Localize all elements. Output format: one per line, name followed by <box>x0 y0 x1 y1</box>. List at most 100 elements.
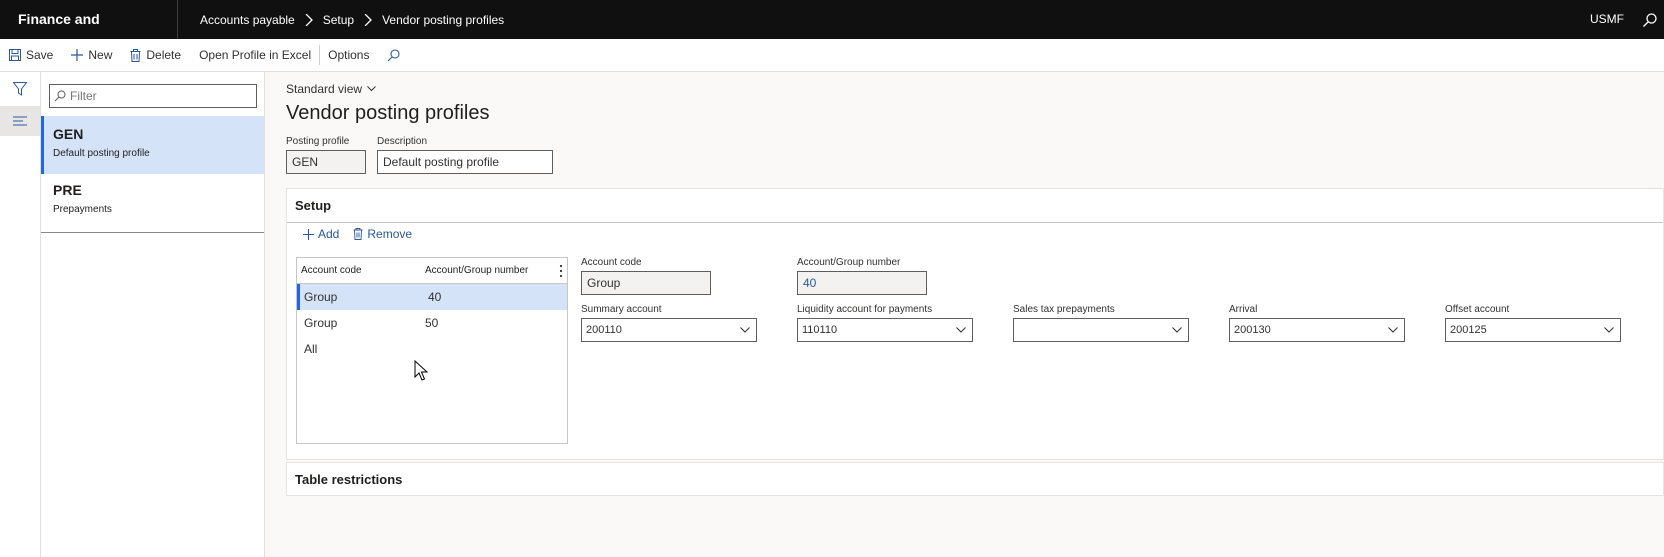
breadcrumb-accounts-payable[interactable]: Accounts payable <box>200 13 295 27</box>
filter-input[interactable] <box>70 89 250 103</box>
cell-group-number: 40 <box>428 290 442 304</box>
cell-account-code: All <box>304 342 318 356</box>
account-code-field: Account code Group <box>581 257 711 295</box>
main-content: Standard view Vendor posting profiles Po… <box>266 72 1664 557</box>
action-separator <box>319 45 321 65</box>
more-vertical-icon[interactable] <box>559 264 563 278</box>
posting-profile-label: Posting profile <box>286 136 350 147</box>
liquidity-account-label: Liquidity account for payments <box>797 304 933 315</box>
sales-tax-prepayments-dropdown[interactable] <box>1013 318 1189 342</box>
account-code-input[interactable]: Group <box>581 271 711 295</box>
search-icon[interactable] <box>387 48 401 62</box>
cell-account-code: Group <box>304 290 338 304</box>
sales-tax-prepayments-label: Sales tax prepayments <box>1013 304 1115 315</box>
breadcrumb: Accounts payable Setup Vendor posting pr… <box>178 13 504 27</box>
view-selector[interactable]: Standard view <box>286 82 376 96</box>
table-row[interactable]: Group 40 <box>297 284 567 310</box>
delete-button[interactable]: Delete <box>130 48 181 62</box>
chevron-right-icon <box>305 13 313 26</box>
add-label: Add <box>318 227 340 241</box>
chevron-down-icon <box>1388 327 1398 333</box>
view-name: Standard view <box>286 82 363 96</box>
options-tab[interactable]: Options <box>328 48 369 62</box>
app-title[interactable]: Finance and Operations <box>0 0 178 66</box>
open-in-excel-label: Open Profile in Excel <box>199 48 312 62</box>
chevron-down-icon <box>367 86 376 92</box>
breadcrumb-vendor-posting-profiles[interactable]: Vendor posting profiles <box>382 13 504 27</box>
setup-fasttab: Setup Add Remove Account code Account/Gr… <box>286 188 1664 460</box>
description-label: Description <box>377 136 428 147</box>
arrival-field: Arrival 200130 <box>1229 304 1405 342</box>
table-row[interactable]: All <box>297 336 567 362</box>
arrival-dropdown[interactable]: 200130 <box>1229 318 1405 342</box>
breadcrumb-setup[interactable]: Setup <box>323 13 354 27</box>
list-item[interactable]: PRE Prepayments <box>41 172 264 230</box>
remove-label: Remove <box>367 227 413 241</box>
offset-account-value: 200125 <box>1450 324 1487 336</box>
plus-icon <box>303 228 314 240</box>
new-label: New <box>88 48 113 62</box>
search-icon[interactable] <box>1642 12 1658 28</box>
grid-header: Account code Account/Group number <box>297 258 567 284</box>
add-button[interactable]: Add <box>303 227 339 241</box>
setup-header[interactable]: Setup <box>287 189 1663 223</box>
filter-pane-button[interactable] <box>0 74 40 104</box>
open-in-excel-button[interactable]: Open Profile in Excel <box>199 48 311 62</box>
save-label: Save <box>26 48 54 62</box>
group-number-input[interactable]: 40 <box>797 271 927 295</box>
page-title: Vendor posting profiles <box>286 102 490 124</box>
action-pane: Save New Delete Open Profile in Excel Op… <box>0 39 1664 72</box>
trash-icon <box>353 228 363 240</box>
group-number-label: Account/Group number <box>797 257 901 268</box>
chevron-down-icon <box>740 327 750 333</box>
list-divider <box>41 232 264 233</box>
account-code-label: Account code <box>581 257 642 268</box>
description-field: Description Default posting profile <box>377 136 553 174</box>
search-icon <box>54 90 66 102</box>
chevron-down-icon <box>1172 327 1182 333</box>
options-label: Options <box>328 48 370 62</box>
list-icon <box>13 116 27 126</box>
filter-box[interactable] <box>49 84 257 108</box>
list-view-button[interactable] <box>0 106 40 136</box>
group-number-field: Account/Group number 40 <box>797 257 927 295</box>
table-restrictions-fasttab: Table restrictions <box>286 462 1664 496</box>
chevron-right-icon <box>364 13 373 26</box>
offset-account-dropdown[interactable]: 200125 <box>1445 318 1621 342</box>
remove-button[interactable]: Remove <box>353 227 412 241</box>
cell-group-number: 50 <box>425 316 439 330</box>
summary-account-label: Summary account <box>581 304 662 315</box>
cell-account-code: Group <box>304 316 338 330</box>
chevron-down-icon <box>956 327 966 333</box>
left-icon-rail <box>0 72 41 557</box>
liquidity-account-value: 110110 <box>802 324 838 336</box>
posting-profile-input[interactable]: GEN <box>286 150 366 174</box>
arrival-value: 200130 <box>1234 324 1271 336</box>
save-button[interactable]: Save <box>9 48 53 62</box>
mouse-cursor-icon <box>414 360 428 381</box>
summary-account-dropdown[interactable]: 200110 <box>581 318 757 342</box>
list-item-id: PRE <box>53 182 82 198</box>
delete-label: Delete <box>146 48 182 62</box>
arrival-label: Arrival <box>1229 304 1258 315</box>
liquidity-account-field: Liquidity account for payments 110110 <box>797 304 973 342</box>
funnel-icon <box>13 82 27 96</box>
chevron-down-icon <box>1604 327 1614 333</box>
column-header-account-code[interactable]: Account code <box>297 265 425 276</box>
sales-tax-prepayments-field: Sales tax prepayments <box>1013 304 1189 342</box>
new-button[interactable]: New <box>71 48 112 62</box>
column-header-group-number[interactable]: Account/Group number <box>425 265 545 276</box>
list-item-description: Default posting profile <box>53 148 150 159</box>
table-row[interactable]: Group 50 <box>297 310 567 336</box>
liquidity-account-dropdown[interactable]: 110110 <box>797 318 973 342</box>
offset-account-label: Offset account <box>1445 304 1510 315</box>
top-nav-bar: Finance and Operations Accounts payable … <box>0 0 1664 66</box>
save-icon <box>9 49 21 61</box>
summary-account-field: Summary account 200110 <box>581 304 757 342</box>
list-item[interactable]: GEN Default posting profile <box>41 116 264 174</box>
plus-icon <box>71 49 84 61</box>
offset-account-field: Offset account 200125 <box>1445 304 1621 342</box>
description-input[interactable]: Default posting profile <box>377 150 553 174</box>
table-restrictions-header[interactable]: Table restrictions <box>287 463 1663 497</box>
company-picker[interactable]: USMF <box>1590 0 1624 39</box>
